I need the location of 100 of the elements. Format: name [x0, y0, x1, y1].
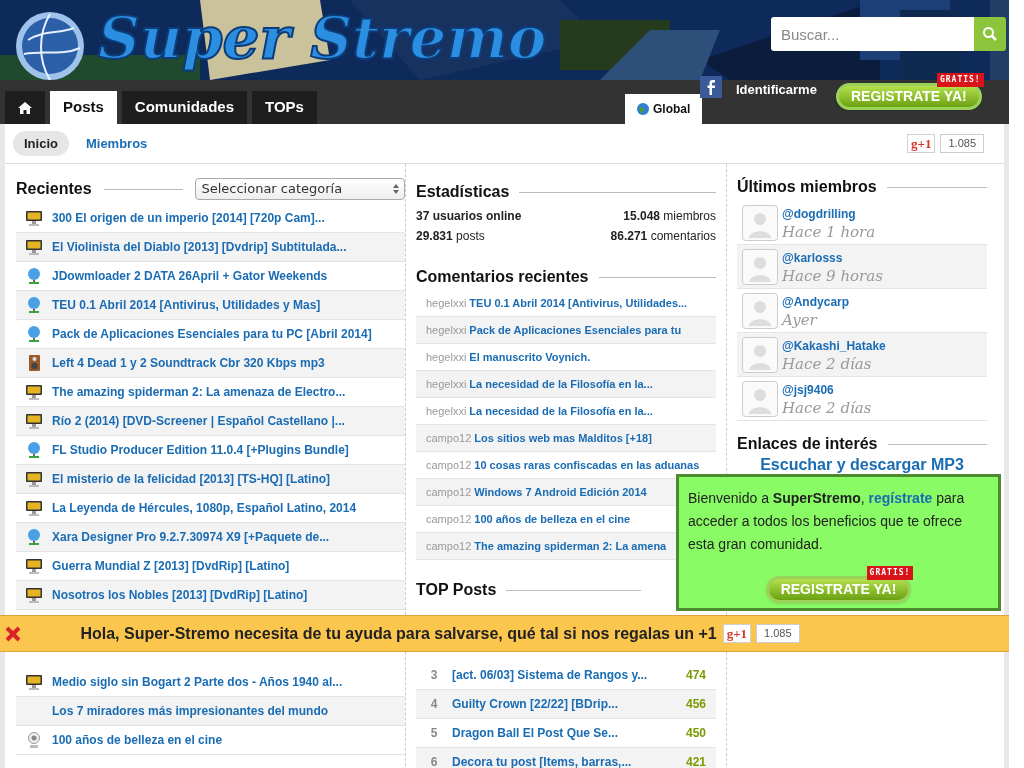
search-field[interactable]: Buscar... [771, 17, 974, 51]
monitor-icon [26, 239, 42, 255]
plus-one-count: 1.085 [940, 134, 984, 153]
join-time: Hace 9 horas [782, 266, 883, 285]
nav-tab[interactable]: Posts [50, 91, 117, 124]
post-link[interactable]: Medio siglo sin Bogart 2 Parte dos - Años 1940 al... [52, 673, 343, 691]
member-handle[interactable]: @dogdrilling [782, 204, 876, 223]
comment-author[interactable]: campo12 [426, 537, 472, 555]
comment-author[interactable]: campo12 [426, 429, 472, 447]
member-handle[interactable]: @Kakashi_Hatake [782, 336, 886, 355]
monitor-icon [26, 674, 42, 690]
plus-one-count: 1.085 [756, 624, 800, 643]
comment-post-link[interactable]: Windows 7 Android Edición 2014 [474, 483, 647, 501]
interest-link[interactable]: Escuchar y descargar MP3 [760, 456, 964, 474]
section-title: Enlaces de interés [737, 434, 878, 454]
free-badge: GRATIS! [866, 566, 914, 580]
avatar-icon [742, 292, 778, 329]
monitor-icon [26, 413, 42, 429]
login-link[interactable]: Identificarme [736, 80, 817, 100]
monitor-icon [26, 558, 42, 574]
globe-icon [27, 326, 41, 342]
category-select[interactable]: Seleccionar categoría [195, 178, 405, 200]
post-link[interactable]: JDowmloader 2 DATA 26April + Gator Weekends [52, 267, 328, 285]
comment-post-link[interactable]: Los sitios web mas Malditos [+18] [474, 429, 652, 447]
top-post-link[interactable]: [act. 06/03] Sistema de Rangos y... [452, 666, 686, 684]
top-post-link[interactable]: Decora tu post [Items, barras,... [452, 753, 686, 768]
post-link[interactable]: Guerra Mundial Z [2013] [DvdRip] [Latino] [52, 557, 290, 575]
post-link[interactable]: The amazing spiderman 2: La amenaza de Electro... [52, 383, 346, 401]
plus-one-button[interactable]: g+1 [907, 134, 936, 153]
avatar-icon [742, 380, 778, 417]
monitor-icon [26, 210, 42, 226]
comment-author[interactable]: campo12 [426, 510, 472, 528]
monitor-icon [26, 471, 42, 487]
speaker-icon [28, 355, 40, 371]
globe-icon [637, 103, 649, 115]
comment-post-link[interactable]: Pack de Aplicaciones Esenciales para tu [469, 321, 682, 339]
register-link[interactable]: regístrate [868, 490, 933, 506]
post-link[interactable]: Pack de Aplicaciones Esenciales para tu PC [Abril 2014] [52, 325, 372, 343]
comment-post-link[interactable]: La necesidad de la Filosofía en la... [469, 375, 653, 393]
subnav-link[interactable]: Inicio [13, 131, 69, 156]
nav-tab[interactable]: TOPs [252, 91, 317, 124]
post-link[interactable]: FL Studio Producer Edition 11.0.4 [+Plugins Bundle] [52, 441, 349, 459]
subnav-link[interactable]: Miembros [74, 131, 159, 156]
comment-author[interactable]: hegelxxi [426, 348, 467, 366]
home-tab[interactable] [5, 91, 45, 124]
points-count: 450 [685, 725, 707, 742]
top-post-link[interactable]: Guilty Crown [22/22] [BDrip... [452, 695, 686, 713]
monitor-icon [26, 500, 42, 516]
comments-count: 86.271 comentarios [610, 228, 716, 245]
scope-tab[interactable]: Global [625, 94, 703, 124]
monitor-icon [26, 587, 42, 603]
monitor-icon [26, 384, 42, 400]
member-handle[interactable]: @jsj9406 [782, 380, 872, 399]
globe-logo-icon [14, 10, 86, 80]
facebook-icon[interactable] [700, 76, 722, 98]
rank-number: 6 [429, 754, 439, 768]
post-link[interactable]: La Leyenda de Hércules, 1080p, Español Latino, 2014 [52, 499, 357, 517]
support-message: Hola, Super-Stremo necesita de tu ayuda para salvarse, qué tal si nos regalas un +1 [80, 623, 717, 644]
nav-tab[interactable]: Comunidades [121, 91, 248, 124]
post-link[interactable]: 100 años de belleza en el cine [52, 731, 223, 749]
close-icon[interactable] [5, 625, 21, 642]
rank-number: 4 [429, 696, 439, 713]
top-post-link[interactable]: Dragon Ball El Post Que Se... [452, 724, 686, 742]
comment-author[interactable]: hegelxxi [426, 321, 467, 339]
posts-count: 29.831 posts [416, 228, 485, 245]
free-badge: GRATIS! [936, 73, 984, 87]
comment-author[interactable]: hegelxxi [426, 294, 467, 312]
comment-author[interactable]: hegelxxi [426, 375, 467, 393]
points-count: 474 [685, 667, 707, 684]
globe-icon [27, 442, 41, 458]
welcome-message: Bienvenido a SuperStremo, regístrate para acceder a todos los beneficios que te ofrece esta gran comunidad. [688, 489, 966, 554]
comment-author[interactable]: campo12 [426, 483, 472, 501]
avatar-icon [742, 248, 778, 285]
comment-post-link[interactable]: The amazing spiderman 2: La amena [474, 537, 667, 555]
plus-one-button[interactable]: g+1 [722, 624, 752, 643]
section-title: Recientes [16, 179, 92, 199]
rank-number: 3 [429, 667, 439, 684]
section-title: TOP Posts [416, 580, 497, 600]
comment-post-link[interactable]: El manuscrito Voynich. [469, 348, 591, 366]
comment-post-link[interactable]: TEU 0.1 Abril 2014 [Antivirus, Utilidades... [469, 294, 688, 312]
globe-icon [27, 268, 41, 284]
home-icon [18, 101, 32, 114]
points-count: 456 [685, 696, 707, 713]
comment-author[interactable]: campo12 [426, 456, 472, 474]
globe-icon [27, 529, 41, 545]
rank-number: 5 [429, 725, 439, 742]
comment-post-link[interactable]: 10 cosas raras confiscadas en las aduanas [474, 456, 700, 474]
member-handle[interactable]: @Andycarp [782, 292, 850, 311]
avatar-icon [742, 204, 778, 241]
join-time: Hace 2 días [782, 354, 873, 373]
comment-post-link[interactable]: La necesidad de la Filosofía en la... [469, 402, 653, 420]
member-handle[interactable]: @karlosss [782, 248, 883, 267]
globe-icon [27, 297, 41, 313]
section-title: Últimos miembros [737, 176, 877, 197]
comment-post-link[interactable]: 100 años de belleza en el cine [474, 510, 631, 528]
comment-author[interactable]: hegelxxi [426, 402, 467, 420]
webcam-icon [28, 732, 40, 748]
join-time: Hace 2 días [782, 398, 872, 417]
post-link[interactable]: 300 El origen de un imperio [2014] [720p Cam]... [52, 209, 325, 227]
section-title: Estadísticas [416, 182, 510, 202]
